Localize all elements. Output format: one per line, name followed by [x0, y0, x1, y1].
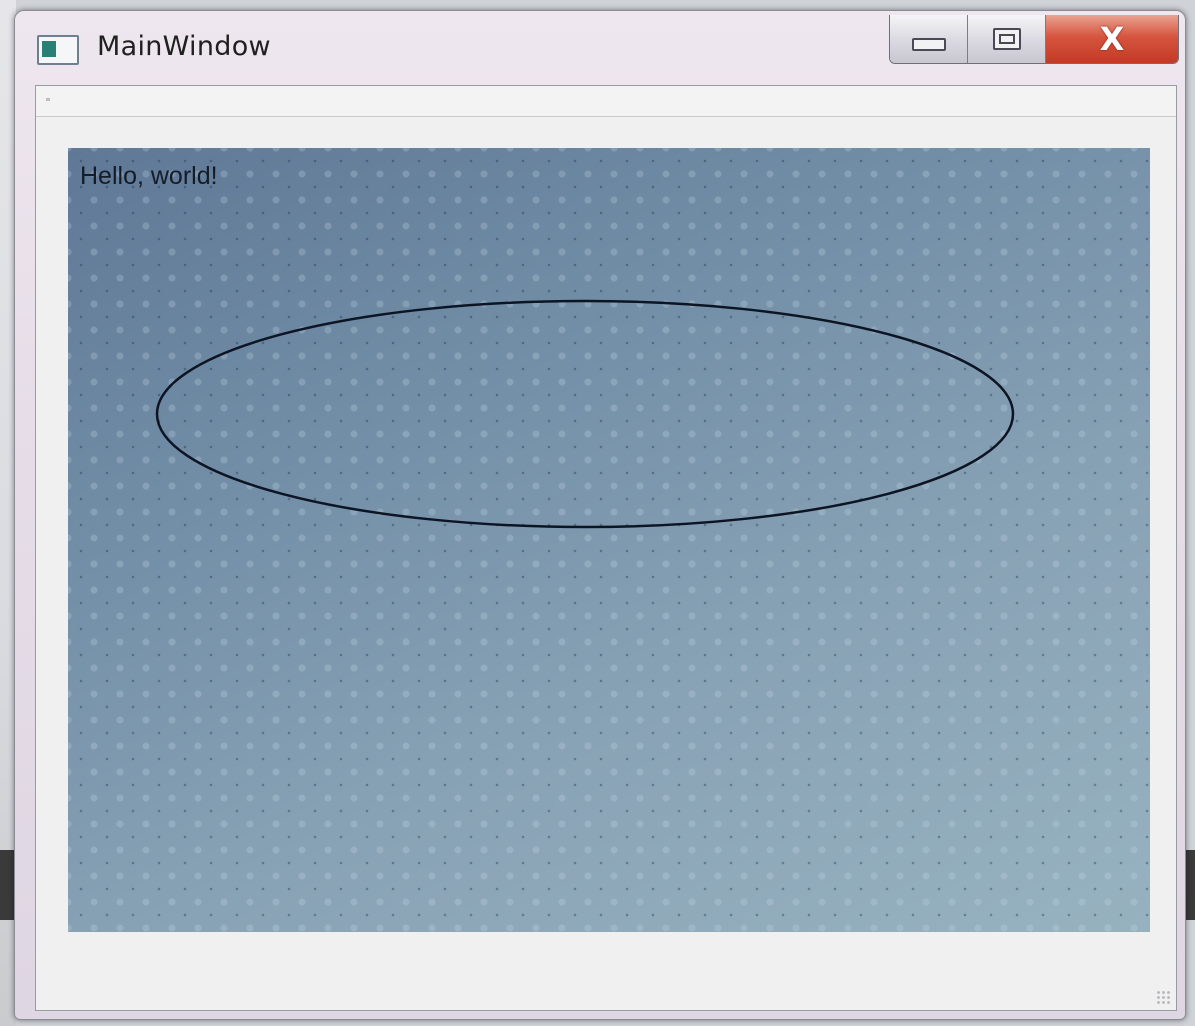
- close-icon: X: [1099, 20, 1125, 58]
- resize-grip[interactable]: [1156, 990, 1172, 1006]
- desktop-fragment-right: [1185, 850, 1195, 920]
- title-bar[interactable]: MainWindow X: [15, 11, 1185, 85]
- client-area: Hello, world!: [35, 85, 1177, 1011]
- close-button[interactable]: X: [1046, 15, 1178, 63]
- window-title: MainWindow: [97, 31, 271, 62]
- menu-bar[interactable]: [36, 86, 1176, 117]
- drawing-canvas[interactable]: Hello, world!: [68, 148, 1150, 932]
- caption-buttons: X: [889, 15, 1179, 64]
- maximize-icon: [992, 28, 1021, 50]
- canvas-drawing: [155, 299, 1015, 529]
- minimize-button[interactable]: [890, 15, 968, 63]
- maximize-button[interactable]: [968, 15, 1046, 63]
- main-window: MainWindow X Hello, world!: [14, 10, 1186, 1020]
- app-window-icon[interactable]: [37, 35, 79, 65]
- minimize-icon: [911, 37, 946, 51]
- ellipse-shape: [155, 299, 1015, 529]
- menu-bar-grip: [46, 98, 50, 101]
